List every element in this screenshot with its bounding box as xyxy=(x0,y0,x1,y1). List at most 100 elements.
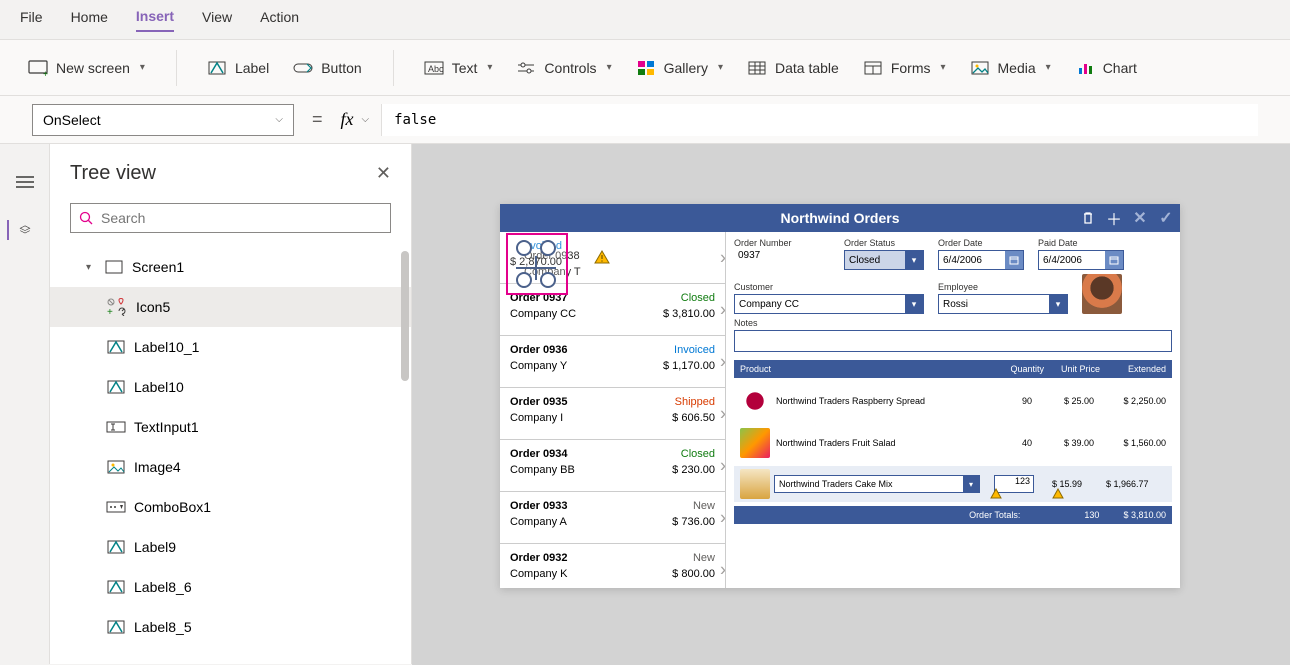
svg-text:+: + xyxy=(43,69,48,76)
order-status: New xyxy=(693,500,715,512)
label-icon xyxy=(106,619,126,635)
fx-button[interactable]: fx⌵ xyxy=(341,109,370,130)
chevron-down-icon: ⌵ xyxy=(362,114,370,125)
layers-icon[interactable] xyxy=(7,220,31,240)
tree-item-icon5[interactable]: + Icon5 xyxy=(50,287,411,327)
chevron-right-icon: › xyxy=(720,403,726,424)
media-button[interactable]: Media ▾ xyxy=(962,52,1059,84)
product-ext: $ 1,966.77 xyxy=(1106,479,1166,489)
menu-action[interactable]: Action xyxy=(260,9,299,31)
product-row[interactable]: Northwind Traders Raspberry Spread 90 $ … xyxy=(734,382,1172,420)
order-row[interactable]: Order 0932Company K New$ 800.00 › xyxy=(500,544,725,588)
order-status-select[interactable]: Closed▾ xyxy=(844,250,924,270)
chevron-down-icon: ▾ xyxy=(487,62,492,73)
tree-item-label8-6[interactable]: Label8_6 xyxy=(50,567,411,607)
tree-item-label8-5[interactable]: Label8_5 xyxy=(50,607,411,647)
product-select[interactable]: Northwind Traders Cake Mix▾ xyxy=(774,475,980,493)
menu-insert[interactable]: Insert xyxy=(136,8,174,32)
chevron-right-icon: › xyxy=(720,455,726,476)
totals-qty: 130 xyxy=(1084,510,1099,520)
tree-item-label: ComboBox1 xyxy=(134,499,211,515)
app-preview: Northwind Orders ＋ ✕ ✓ Order 0938 Compan… xyxy=(500,204,1180,588)
customer-select[interactable]: Company CC▾ xyxy=(734,294,924,314)
new-screen-button[interactable]: + New screen ▾ xyxy=(20,52,153,84)
forms-button[interactable]: Forms ▾ xyxy=(855,52,954,84)
media-label: Media xyxy=(998,60,1036,76)
label-button[interactable]: Label xyxy=(199,52,277,84)
tree-item-label: Image4 xyxy=(134,459,181,475)
order-row[interactable]: Order 0935Company I Shipped$ 606.50 › xyxy=(500,388,725,440)
formula-bar: OnSelect ⌵ = fx⌵ xyxy=(0,96,1290,144)
trash-icon[interactable] xyxy=(1078,208,1098,228)
tree-item-screen1[interactable]: ▾ Screen1 xyxy=(50,247,411,287)
order-date-picker[interactable]: 6/4/2006 xyxy=(938,250,1024,270)
selection-outline[interactable] xyxy=(506,233,568,295)
chart-button[interactable]: Chart xyxy=(1067,52,1145,84)
controls-button[interactable]: Controls ▾ xyxy=(508,52,619,84)
product-price: $ 39.00 xyxy=(1038,438,1094,448)
order-status: Closed xyxy=(681,448,715,460)
menu-home[interactable]: Home xyxy=(71,9,108,31)
totals-amount: $ 3,810.00 xyxy=(1123,510,1166,520)
order-row[interactable]: Order 0934Company BB Closed$ 230.00 › xyxy=(500,440,725,492)
combobox-icon xyxy=(106,499,126,515)
order-amount: $ 230.00 xyxy=(672,464,715,476)
chevron-down-icon: ⌵ xyxy=(275,114,283,125)
product-edit-row[interactable]: Northwind Traders Cake Mix▾ 123 $ 15.99 … xyxy=(734,466,1172,502)
tree-item-image4[interactable]: Image4 xyxy=(50,447,411,487)
plus-icon[interactable]: ＋ xyxy=(1104,208,1124,228)
tree-item-textinput1[interactable]: TextInput1 xyxy=(50,407,411,447)
label-label: Label xyxy=(235,60,269,76)
caret-icon: ▾ xyxy=(86,262,96,273)
tree-search-input[interactable] xyxy=(101,210,382,226)
controls-icon xyxy=(516,58,536,78)
products-header: Product Quantity Unit Price Extended xyxy=(734,360,1172,378)
calendar-icon xyxy=(1105,251,1123,269)
paid-date-picker[interactable]: 6/4/2006 xyxy=(1038,250,1124,270)
menu-view[interactable]: View xyxy=(202,9,232,31)
check-icon[interactable]: ✓ xyxy=(1156,208,1176,228)
tree-item-label: Label9 xyxy=(134,539,176,555)
left-rail xyxy=(0,144,50,664)
employee-select[interactable]: Rossi▾ xyxy=(938,294,1068,314)
hamburger-icon[interactable] xyxy=(13,172,37,192)
product-qty: 40 xyxy=(976,438,1032,448)
gallery-icon xyxy=(636,58,656,78)
scrollbar-thumb[interactable] xyxy=(401,251,409,381)
chevron-down-icon: ▾ xyxy=(607,62,612,73)
close-icon[interactable]: ✕ xyxy=(376,163,391,184)
orders-gallery[interactable]: Order 0938 Company T Invoiced $ 2,870.00… xyxy=(500,232,726,588)
formula-input[interactable] xyxy=(381,104,1258,136)
button-button[interactable]: Button xyxy=(285,52,369,84)
app-title: Northwind Orders xyxy=(780,210,899,226)
tree-item-label10[interactable]: Label10 xyxy=(50,367,411,407)
gallery-button[interactable]: Gallery ▾ xyxy=(628,52,731,84)
ribbon-separator xyxy=(393,50,394,86)
order-row[interactable]: Order 0933Company A New$ 736.00 › xyxy=(500,492,725,544)
canvas[interactable]: Northwind Orders ＋ ✕ ✓ Order 0938 Compan… xyxy=(412,144,1290,665)
tree-search[interactable] xyxy=(70,203,391,233)
tree-item-label9[interactable]: Label9 xyxy=(50,527,411,567)
tree-item-label10-1[interactable]: Label10_1 xyxy=(50,327,411,367)
screen-icon xyxy=(104,259,124,275)
col-product: Product xyxy=(740,364,988,374)
product-row[interactable]: Northwind Traders Fruit Salad 40 $ 39.00… xyxy=(734,424,1172,462)
order-status: New xyxy=(693,552,715,564)
tree-item-label: Label8_5 xyxy=(134,619,192,635)
notes-input[interactable] xyxy=(734,330,1172,352)
order-amount: $ 736.00 xyxy=(672,516,715,528)
text-button[interactable]: Abc Text ▾ xyxy=(416,52,501,84)
chevron-down-icon: ▾ xyxy=(140,62,145,73)
chevron-down-icon: ▾ xyxy=(718,62,723,73)
tree-item-combobox1[interactable]: ComboBox1 xyxy=(50,487,411,527)
tree-item-label: Screen1 xyxy=(132,259,184,275)
close-x-icon[interactable]: ✕ xyxy=(1130,208,1150,228)
label-icon xyxy=(106,539,126,555)
property-selector[interactable]: OnSelect ⌵ xyxy=(32,104,294,136)
order-amount: $ 606.50 xyxy=(672,412,715,424)
forms-icon xyxy=(863,58,883,78)
forms-label: Forms xyxy=(891,60,931,76)
order-row[interactable]: Order 0936Company Y Invoiced$ 1,170.00 › xyxy=(500,336,725,388)
menu-file[interactable]: File xyxy=(20,9,43,31)
data-table-button[interactable]: Data table xyxy=(739,52,847,84)
